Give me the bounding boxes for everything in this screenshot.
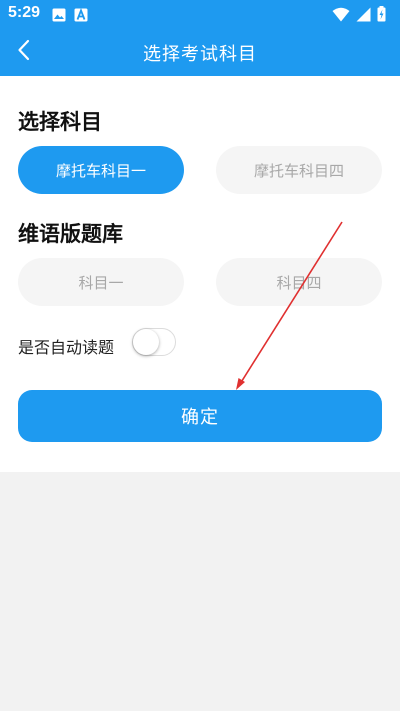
status-bar: 5:29 bbox=[0, 0, 400, 28]
section-title-subject: 选择科目 bbox=[18, 110, 102, 134]
toggle-knob bbox=[133, 329, 159, 355]
confirm-button[interactable]: 确定 bbox=[18, 390, 382, 442]
wifi-icon bbox=[332, 7, 350, 26]
option-motorcycle-subject-one[interactable]: 摩托车科目一 bbox=[18, 146, 184, 194]
auto-read-label: 是否自动读题 bbox=[18, 338, 115, 357]
section-title-uyghur-bank: 维语版题库 bbox=[18, 222, 123, 246]
auto-read-toggle[interactable] bbox=[132, 328, 176, 356]
page-title: 选择考试科目 bbox=[143, 44, 257, 65]
content-panel: 选择科目 摩托车科目一 摩托车科目四 维语版题库 科目一 科目四 是否自动读题 … bbox=[0, 76, 400, 472]
a-icon bbox=[74, 7, 88, 26]
battery-charging-icon bbox=[377, 6, 386, 26]
option-uyghur-subject-one[interactable]: 科目一 bbox=[18, 258, 184, 306]
image-icon bbox=[52, 7, 66, 26]
option-motorcycle-subject-four[interactable]: 摩托车科目四 bbox=[216, 146, 382, 194]
status-time: 5:29 bbox=[8, 4, 41, 21]
status-right-icons bbox=[332, 6, 386, 26]
cellular-signal-icon bbox=[356, 7, 371, 26]
option-uyghur-subject-four[interactable]: 科目四 bbox=[216, 258, 382, 306]
nav-bar: 选择考试科目 bbox=[0, 28, 400, 76]
